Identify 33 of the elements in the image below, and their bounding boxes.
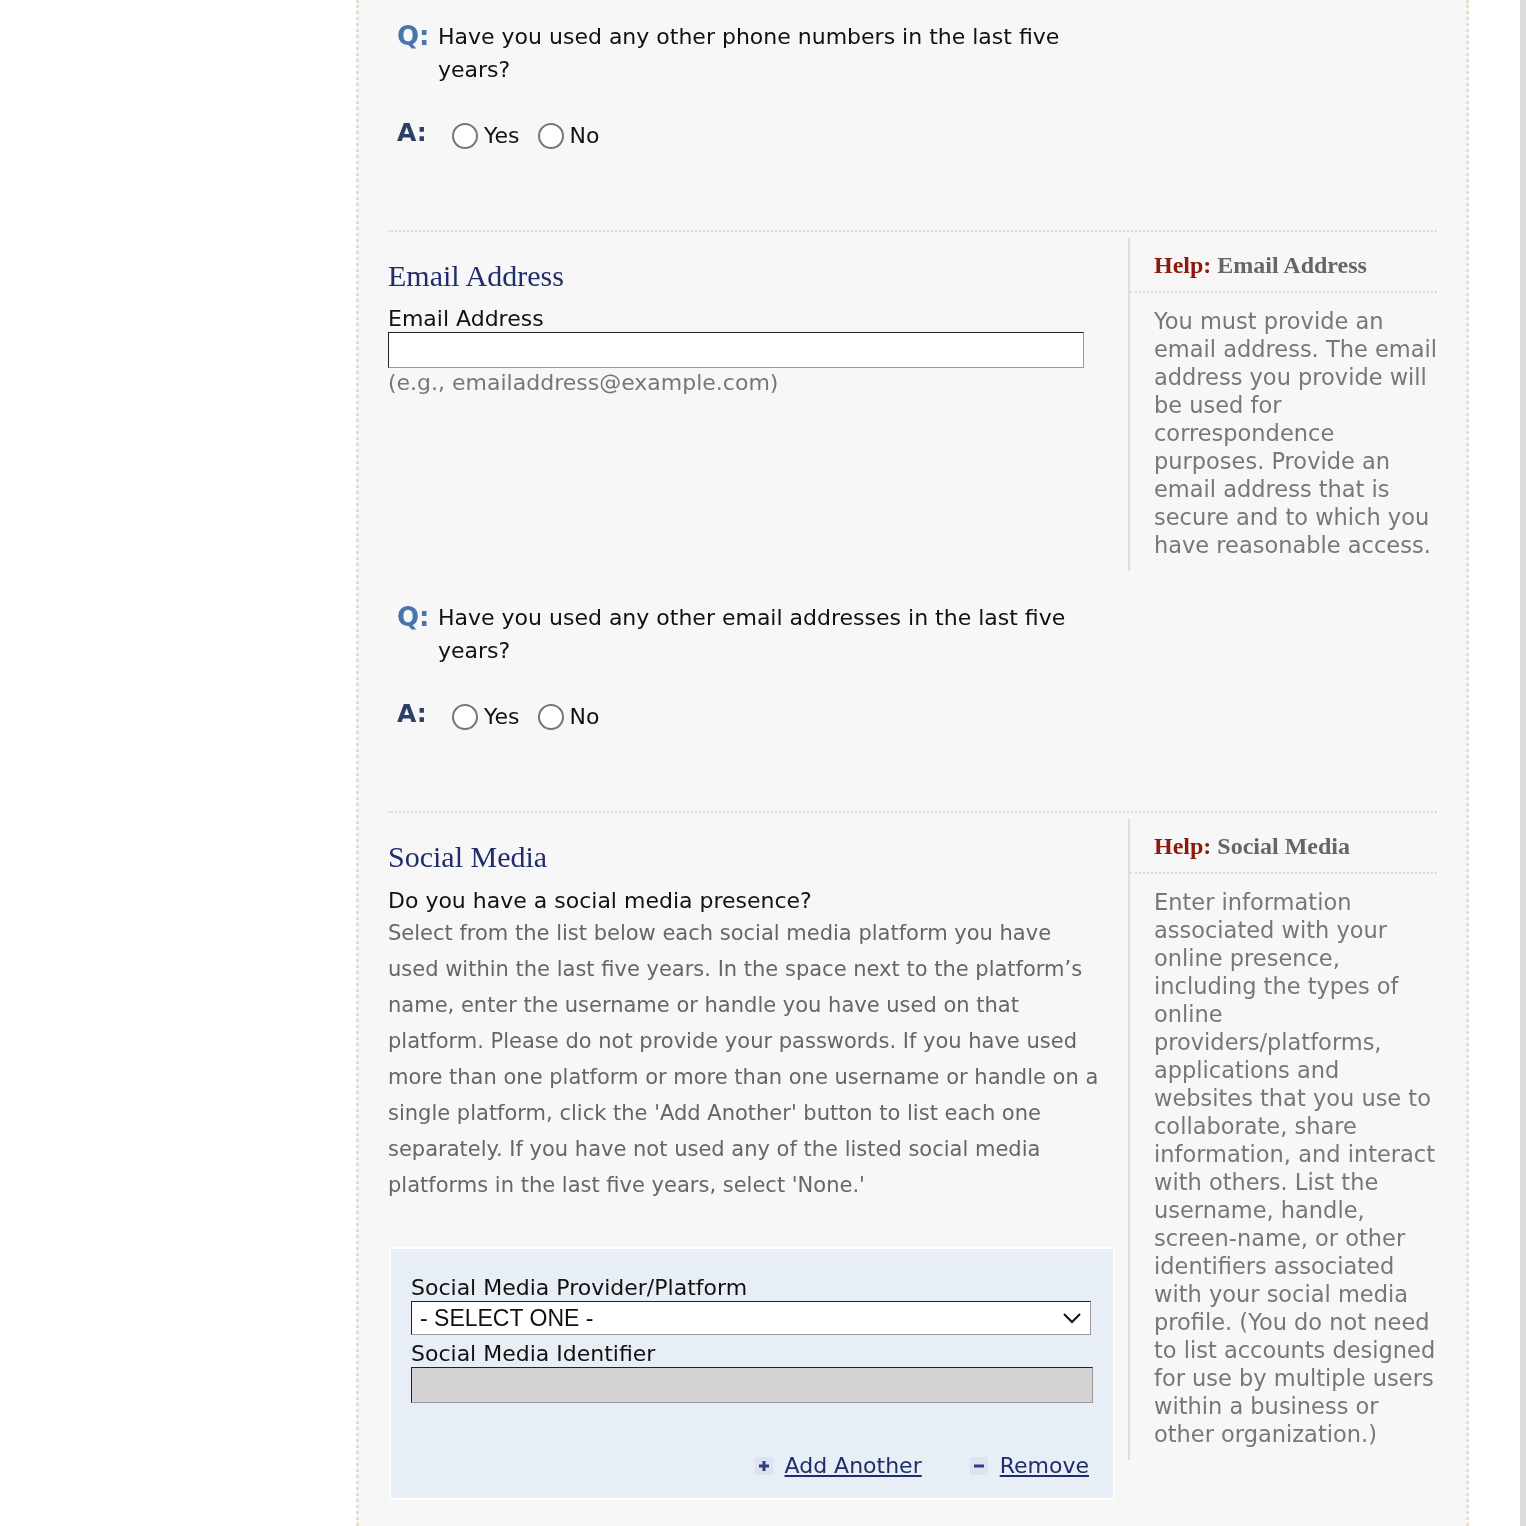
radio-option[interactable]: No — [537, 699, 600, 735]
radio-icon[interactable] — [452, 704, 478, 730]
add-link[interactable]: Add Another — [784, 1453, 922, 1478]
radio-option[interactable]: No — [537, 118, 600, 154]
radio-icon[interactable] — [537, 704, 564, 730]
minus-icon — [969, 1456, 988, 1475]
help-text: You must provide an email address. The email address you provide will be used for correspondence purposes. Provide an email address that is secure and to which you have reasonable access. — [1153, 307, 1437, 560]
help-heading: Help: Social Media — [1130, 819, 1437, 874]
section-heading: Email Address — [388, 258, 564, 294]
question-marker: Q: — [397, 601, 431, 634]
field-label: Social Media Provider/Platform — [411, 1275, 749, 1301]
question-text: Have you used any other phone numbers in the last five years? — [438, 23, 1061, 84]
field-label: Email Address — [388, 306, 545, 332]
section-heading: Social Media — [388, 839, 548, 875]
help-text: Enter information associated with your online presence, including the types of online providers/platforms, applications and websites that you use to collaborate, share information, and interact with others. List the username, handle, screen-name, or other identifiers associated with your social media profile. (You do not need to list accounts designed for use by multiple users within a business or other organization.) — [1153, 888, 1437, 1449]
question-marker: Q: — [397, 20, 431, 53]
question-text: Have you used any other email addresses in the last five years? — [438, 604, 1067, 665]
chevron-down-icon — [1062, 1312, 1082, 1324]
field-label: Social Media Identifier — [411, 1341, 657, 1367]
answer-marker: A: — [397, 118, 428, 148]
instructions-text: Select from the list below each social media platform you have used within the last five years. In the space next to the platform’s name, enter the username or handle you have used on that platform. Please do not provide your passwords. If you have used more than one platform or more than one username or handle on a single platform, click the 'Add Another' button to list each one separately. If you have not used any of the listed social media platforms in the last five years, select 'None.' — [388, 920, 1100, 1199]
radio-option[interactable]: Yes — [452, 118, 520, 154]
help-heading: Help: Email Address — [1130, 238, 1437, 293]
remove-link[interactable]: Remove — [999, 1453, 1089, 1478]
select-dropdown[interactable]: - SELECT ONE - — [411, 1301, 1091, 1335]
radio-option[interactable]: Yes — [452, 699, 520, 735]
example-note: (e.g., emailaddress@example.com) — [388, 370, 780, 395]
radio-icon[interactable] — [452, 123, 478, 149]
answer-marker: A: — [397, 699, 428, 729]
question-text: Do you have a social media presence? — [388, 887, 813, 915]
plus-icon — [754, 1456, 773, 1475]
input-field[interactable] — [388, 332, 1084, 368]
radio-icon[interactable] — [537, 123, 564, 149]
